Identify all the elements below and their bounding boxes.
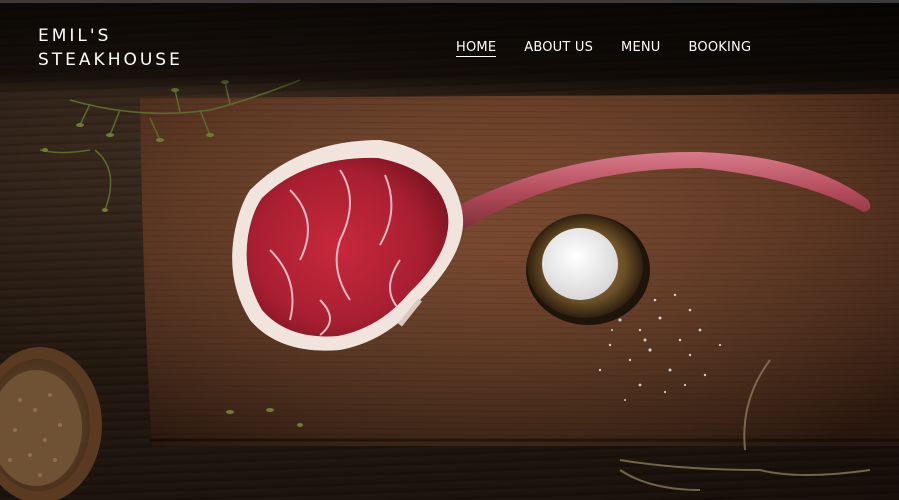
- main-nav: HOME ABOUT US MENU BOOKING: [456, 40, 751, 57]
- nav-menu[interactable]: MENU: [621, 40, 660, 57]
- top-border: [0, 0, 899, 3]
- site-logo[interactable]: EMIL'S STEAKHOUSE: [38, 24, 183, 72]
- site-header: EMIL'S STEAKHOUSE HOME ABOUT US MENU BOO…: [0, 0, 899, 95]
- nav-about-us[interactable]: ABOUT US: [524, 40, 593, 57]
- logo-line-1: EMIL'S: [38, 26, 112, 46]
- nav-home[interactable]: HOME: [456, 40, 497, 57]
- spice-bowl: [0, 347, 102, 500]
- nav-booking[interactable]: BOOKING: [689, 40, 752, 57]
- hero-page: EMIL'S STEAKHOUSE HOME ABOUT US MENU BOO…: [0, 0, 899, 500]
- logo-line-2: STEAKHOUSE: [38, 50, 183, 70]
